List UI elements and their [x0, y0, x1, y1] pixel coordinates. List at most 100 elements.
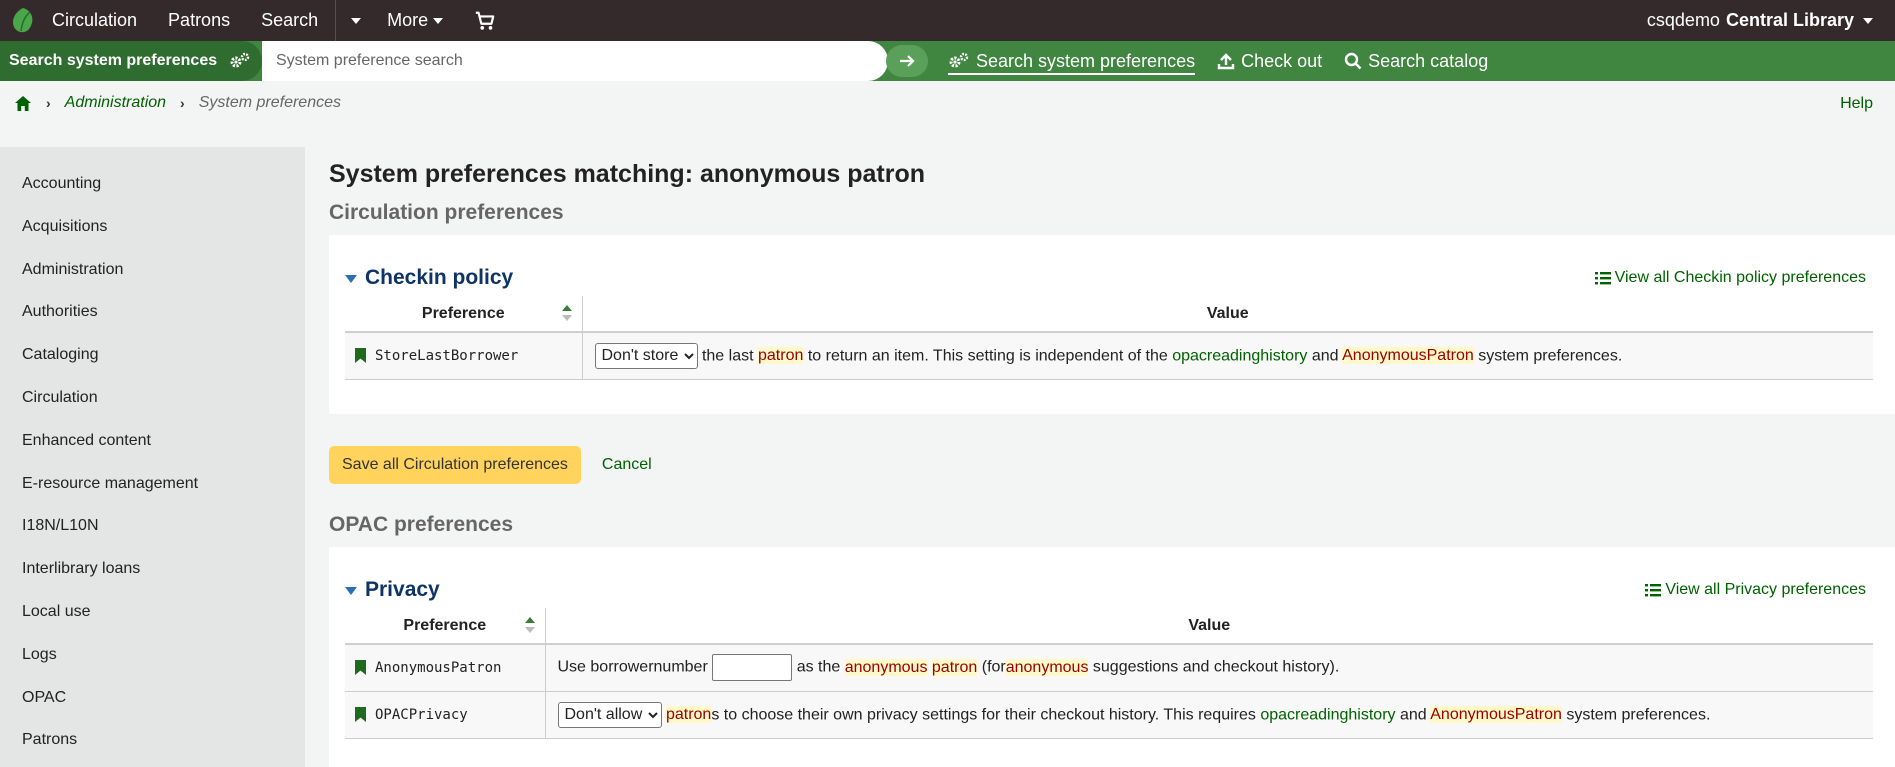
- column-header-value: Value: [582, 296, 1873, 333]
- privacy-toggle[interactable]: Privacy: [345, 578, 440, 602]
- circ-actions: Save all Circulation preferences Cancel: [329, 446, 1895, 484]
- search-syspref-label: Search system preferences: [976, 50, 1196, 71]
- library-name: Central Library: [1725, 10, 1854, 30]
- help-link[interactable]: Help: [1840, 95, 1873, 113]
- highlight-term: anonymous: [844, 658, 928, 676]
- search-type-selector[interactable]: Search system preferences: [0, 41, 262, 81]
- sidebar-item-cataloging[interactable]: Cataloging: [0, 345, 305, 388]
- anonymouspatron-link[interactable]: AnonymousPatron: [1430, 706, 1562, 723]
- search-dropdown-toggle[interactable]: [335, 0, 362, 41]
- circ-section-title: Circulation preferences: [329, 201, 564, 224]
- sidebar-item-i18n[interactable]: I18N/L10N: [0, 516, 305, 559]
- column-header-preference[interactable]: Preference: [345, 608, 546, 645]
- bookmark-icon: [355, 348, 366, 364]
- sidebar-item-e-resource[interactable]: E-resource management: [0, 474, 305, 517]
- sidebar-item-acquisitions[interactable]: Acquisitions: [0, 217, 305, 260]
- gears-icon: [230, 52, 250, 68]
- user-menu[interactable]: csqdemo Central Library: [1647, 0, 1873, 41]
- search-catalog-label: Search catalog: [1368, 50, 1489, 71]
- pref-value-cell: Don't store the last patron to return an…: [582, 332, 1873, 380]
- search-syspref-link[interactable]: Search system preferences: [948, 50, 1196, 75]
- top-navbar: Circulation Patrons Search More csqdemo …: [0, 0, 1895, 41]
- table-row: AnonymousPatron Use borrowernumber as th…: [345, 644, 1873, 692]
- column-header-preference[interactable]: Preference: [345, 296, 583, 333]
- pref-name-cell: StoreLastBorrower: [345, 332, 583, 380]
- checkin-policy-toggle[interactable]: Checkin policy: [345, 266, 513, 290]
- sort-icon: [561, 305, 572, 321]
- cancel-link[interactable]: Cancel: [602, 456, 652, 474]
- sidebar-item-opac[interactable]: OPAC: [0, 688, 305, 731]
- search-catalog-link[interactable]: Search catalog: [1344, 51, 1488, 72]
- search-submit-button[interactable]: [886, 45, 928, 77]
- nav-search[interactable]: Search: [261, 10, 318, 31]
- view-all-privacy-link[interactable]: View all Privacy preferences: [1645, 581, 1866, 599]
- store-last-borrower-select[interactable]: Don't store: [594, 342, 698, 369]
- nav-patrons[interactable]: Patrons: [168, 10, 230, 31]
- pref-value-cell: Don't allow patrons to choose their own …: [545, 691, 1873, 739]
- highlight-term: patron: [931, 658, 978, 676]
- pref-name[interactable]: AnonymousPatron: [375, 660, 501, 676]
- opacreadinghistory-link[interactable]: opacreadinghistory: [1260, 706, 1395, 723]
- sidebar: Accounting Acquisitions Administration A…: [0, 147, 305, 767]
- value-text: as the: [796, 658, 841, 676]
- arrow-right-icon: [900, 55, 915, 67]
- opac-section-title: OPAC preferences: [329, 513, 514, 536]
- highlight-term: patron: [665, 706, 712, 723]
- value-text: Use borrowernumber: [557, 658, 708, 676]
- value-text: the last: [701, 347, 754, 365]
- sidebar-item-ill[interactable]: Interlibrary loans: [0, 559, 305, 602]
- value-text: system preferences.: [1478, 347, 1623, 365]
- chevron-down-icon: [1863, 17, 1873, 24]
- main-content: System preferences matching: anonymous p…: [329, 147, 1895, 767]
- checkin-prefs-table: Preference Value StoreLastBorrower Don't…: [345, 296, 1873, 380]
- pref-name-cell: OPACPrivacy: [345, 691, 546, 739]
- list-icon: [1645, 583, 1662, 596]
- search-bar: Search system preferences Search system …: [0, 41, 1895, 81]
- panel-title-checkin: Checkin policy: [365, 266, 514, 289]
- nav-circulation[interactable]: Circulation: [52, 10, 137, 31]
- nav-more[interactable]: More: [387, 10, 444, 31]
- value-text: to return an item. This setting is indep…: [807, 347, 1168, 365]
- privacy-panel: Privacy View all Privacy preferences Pre…: [329, 547, 1895, 767]
- sidebar-item-accounting[interactable]: Accounting: [0, 174, 305, 217]
- sidebar-item-administration[interactable]: Administration: [0, 260, 305, 303]
- breadcrumb-administration[interactable]: Administration: [65, 94, 166, 112]
- breadcrumb-current: System preferences: [198, 94, 341, 111]
- highlight-term: anonymous: [1005, 658, 1089, 676]
- table-row: OPACPrivacy Don't allow patrons to choos…: [345, 691, 1873, 739]
- highlight-term: patron: [758, 347, 804, 365]
- sidebar-item-enhanced-content[interactable]: Enhanced content: [0, 431, 305, 474]
- list-icon: [1594, 272, 1611, 285]
- bookmark-icon: [355, 660, 366, 676]
- column-header-preference-label: Preference: [403, 616, 487, 634]
- opac-privacy-select[interactable]: Don't allow: [557, 701, 662, 728]
- sidebar-item-local-use[interactable]: Local use: [0, 602, 305, 645]
- username: csqdemo: [1646, 10, 1720, 30]
- search-input[interactable]: [276, 43, 836, 79]
- koha-logo-icon[interactable]: [11, 7, 36, 34]
- caret-down-icon: [345, 275, 357, 283]
- pref-name[interactable]: OPACPrivacy: [375, 707, 468, 723]
- value-text: and: [1399, 706, 1427, 723]
- anonymous-patron-input[interactable]: [712, 654, 793, 682]
- save-circulation-button[interactable]: Save all Circulation preferences: [329, 446, 581, 484]
- cart-icon[interactable]: [474, 10, 496, 32]
- pref-name-cell: AnonymousPatron: [345, 644, 546, 692]
- checkout-label: Check out: [1241, 50, 1323, 71]
- opacreadinghistory-link[interactable]: opacreadinghistory: [1172, 347, 1307, 364]
- anonymouspatron-link[interactable]: AnonymousPatron: [1342, 347, 1474, 365]
- sidebar-item-logs[interactable]: Logs: [0, 645, 305, 688]
- gears-icon: [949, 52, 969, 68]
- sort-icon: [524, 617, 535, 633]
- home-icon[interactable]: [14, 95, 32, 112]
- checkout-link[interactable]: Check out: [1217, 51, 1322, 72]
- sidebar-item-circulation[interactable]: Circulation: [0, 388, 305, 431]
- sidebar-item-authorities[interactable]: Authorities: [0, 302, 305, 345]
- sidebar-item-patrons[interactable]: Patrons: [0, 730, 305, 767]
- breadcrumb-separator: ›: [180, 95, 185, 111]
- search-input-wrapper: [262, 41, 888, 81]
- page-title: System preferences matching: anonymous p…: [329, 160, 925, 188]
- pref-name[interactable]: StoreLastBorrower: [375, 348, 518, 364]
- pref-value-cell: Use borrowernumber as the anonymous patr…: [545, 644, 1873, 692]
- view-all-checkin-link[interactable]: View all Checkin policy preferences: [1594, 269, 1866, 287]
